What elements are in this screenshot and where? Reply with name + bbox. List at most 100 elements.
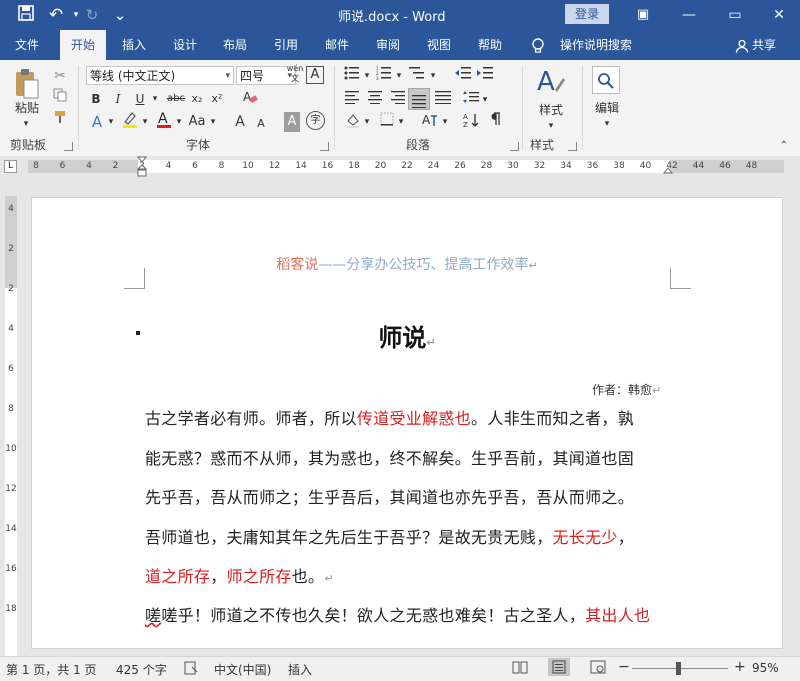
subscript-button[interactable]: x₂	[188, 89, 206, 109]
styles-gallery-icon[interactable]: A	[534, 66, 568, 100]
tab-view[interactable]: 视图	[416, 30, 462, 60]
clipboard-launcher-icon[interactable]	[64, 142, 73, 151]
multilevel-list-icon[interactable]	[408, 66, 426, 86]
tell-me-search[interactable]: 操作说明搜索	[555, 30, 637, 60]
grow-font-button[interactable]: A	[232, 112, 248, 132]
body-line-5[interactable]: 道之所存，师之所存也。↵	[145, 567, 334, 589]
cut-icon[interactable]: ✂	[50, 66, 70, 86]
minimize-button[interactable]: —	[666, 0, 712, 30]
body-line-6[interactable]: 嗟嗟乎！师道之不传也久矣！欲人之无惑也难矣！古之圣人，其出人也	[145, 606, 650, 626]
person-icon[interactable]	[734, 30, 750, 60]
read-mode-icon[interactable]	[512, 660, 528, 677]
customize-quick-access-icon[interactable]: ⌄	[110, 5, 130, 25]
page-count[interactable]: 第 1 页，共 1 页	[6, 661, 97, 678]
tab-layout[interactable]: 布局	[212, 30, 258, 60]
tab-help[interactable]: 帮助	[467, 30, 513, 60]
author-line[interactable]: 作者：韩愈↵	[592, 381, 661, 398]
zoom-out-button[interactable]: −	[618, 659, 630, 675]
borders-icon[interactable]	[378, 112, 396, 132]
text-effects-icon[interactable]: A	[88, 112, 106, 132]
ribbon-display-options-icon[interactable]: ▣	[620, 0, 666, 30]
chevron-down-icon[interactable]: ▾	[428, 66, 438, 86]
tab-home[interactable]: 开始	[60, 30, 106, 60]
editing-dropdown-icon[interactable]: ▾	[599, 114, 615, 134]
collapse-ribbon-icon[interactable]: ⌃	[776, 136, 792, 156]
page-header[interactable]: 稻客说——分享办公技巧、提高工作效率↵	[32, 254, 782, 274]
lightbulb-icon[interactable]	[528, 30, 548, 60]
character-border-button[interactable]: A	[306, 66, 324, 84]
phonetic-guide-button[interactable]: wén 文	[284, 64, 306, 84]
change-case-button[interactable]: Aa	[186, 112, 208, 132]
paste-dropdown-icon[interactable]: ▾	[18, 114, 34, 134]
enclose-characters-button[interactable]: 字	[306, 111, 325, 130]
zoom-level[interactable]: 95%	[752, 661, 779, 675]
body-line-4[interactable]: 吾师道也，夫庸知其年之先后生于吾乎？是故无贵无贱，无长无少，	[145, 528, 634, 548]
close-button[interactable]: ✕	[756, 0, 800, 30]
chevron-down-icon[interactable]: ▾	[440, 112, 450, 132]
tab-insert[interactable]: 插入	[111, 30, 157, 60]
chevron-down-icon[interactable]: ▾	[396, 112, 406, 132]
show-paragraph-marks-icon[interactable]	[486, 112, 504, 132]
body-line-2[interactable]: 能无惑？惑而不从师，其为惑也，终不解矣。生乎吾前，其闻道也固	[145, 449, 634, 469]
font-color-icon[interactable]: A	[154, 110, 174, 130]
font-launcher-icon[interactable]	[320, 142, 329, 151]
shrink-font-button[interactable]: A	[254, 114, 268, 134]
chevron-down-icon[interactable]: ▾	[362, 112, 372, 132]
clear-formatting-icon[interactable]: A	[240, 89, 260, 109]
copy-icon[interactable]	[50, 88, 70, 108]
italic-button[interactable]: I	[110, 89, 126, 109]
font-name-combo[interactable]: 等线 (中文正文) ▾	[86, 66, 234, 85]
language-indicator[interactable]: 中文(中国)	[214, 661, 271, 678]
body-line-1[interactable]: 古之学者必有师。师者，所以传道受业解惑也。人非生而知之者，孰	[145, 409, 634, 429]
bullets-icon[interactable]	[344, 66, 360, 86]
chevron-down-icon[interactable]: ▾	[106, 112, 116, 132]
chevron-down-icon[interactable]: ▾	[480, 90, 490, 110]
vertical-ruler-track[interactable]: 4 2 2 4 6 8 10 12 14 16 18	[5, 196, 17, 656]
print-layout-icon[interactable]	[548, 658, 570, 676]
undo-icon[interactable]: ↶	[46, 5, 66, 25]
tab-references[interactable]: 引用	[263, 30, 309, 60]
align-right-icon[interactable]	[388, 90, 406, 110]
zoom-slider-thumb[interactable]	[676, 662, 681, 675]
line-spacing-icon[interactable]	[462, 90, 480, 110]
bold-button[interactable]: B	[88, 89, 104, 109]
login-button[interactable]: 登录	[565, 4, 609, 24]
highlight-icon[interactable]	[120, 110, 140, 130]
character-shading-button[interactable]: A	[284, 112, 300, 132]
zoom-in-button[interactable]: +	[734, 659, 746, 675]
chinese-layout-icon[interactable]: A	[420, 112, 440, 132]
shading-icon[interactable]	[344, 112, 362, 132]
body-line-3[interactable]: 先乎吾，吾从而师之；生乎吾后，其闻道也亦先乎吾，吾从而师之。	[145, 488, 634, 508]
horizontal-ruler[interactable]: L 86422468101214161820222426283032343638…	[0, 156, 800, 178]
decrease-indent-icon[interactable]	[454, 66, 472, 86]
share-button[interactable]: 共享	[752, 30, 786, 60]
styles-launcher-icon[interactable]	[568, 142, 577, 151]
document-title[interactable]: 师说↵	[32, 318, 782, 353]
tab-file[interactable]: 文件	[4, 30, 50, 60]
chevron-down-icon[interactable]: ▾	[394, 66, 404, 86]
chevron-down-icon[interactable]: ▾	[208, 112, 218, 132]
tab-mailings[interactable]: 邮件	[314, 30, 360, 60]
restore-button[interactable]: ▭	[712, 0, 758, 30]
indent-marker-icon[interactable]	[136, 156, 148, 178]
strikethrough-button[interactable]: abc	[164, 89, 188, 109]
word-count[interactable]: 425 个字	[116, 661, 167, 678]
tab-selector-icon[interactable]: L	[4, 160, 17, 173]
distributed-icon[interactable]	[434, 90, 452, 110]
align-center-icon[interactable]	[366, 90, 384, 110]
accessibility-icon[interactable]	[184, 661, 198, 678]
right-indent-marker-icon[interactable]	[662, 165, 674, 177]
chevron-down-icon[interactable]: ▾	[140, 112, 150, 132]
underline-dropdown-icon[interactable]: ▾	[150, 89, 160, 109]
chevron-down-icon[interactable]: ▾	[174, 112, 184, 132]
justify-icon[interactable]	[408, 88, 430, 110]
styles-dropdown-icon[interactable]: ▾	[543, 116, 559, 136]
save-icon[interactable]	[16, 5, 36, 25]
superscript-button[interactable]: x²	[208, 89, 226, 109]
underline-button[interactable]: U	[132, 89, 148, 109]
tab-review[interactable]: 审阅	[365, 30, 411, 60]
increase-indent-icon[interactable]	[476, 66, 494, 86]
insert-mode[interactable]: 插入	[288, 661, 312, 678]
chevron-down-icon[interactable]: ▾	[362, 66, 372, 86]
vertical-ruler[interactable]: 4 2 2 4 6 8 10 12 14 16 18	[0, 196, 22, 656]
